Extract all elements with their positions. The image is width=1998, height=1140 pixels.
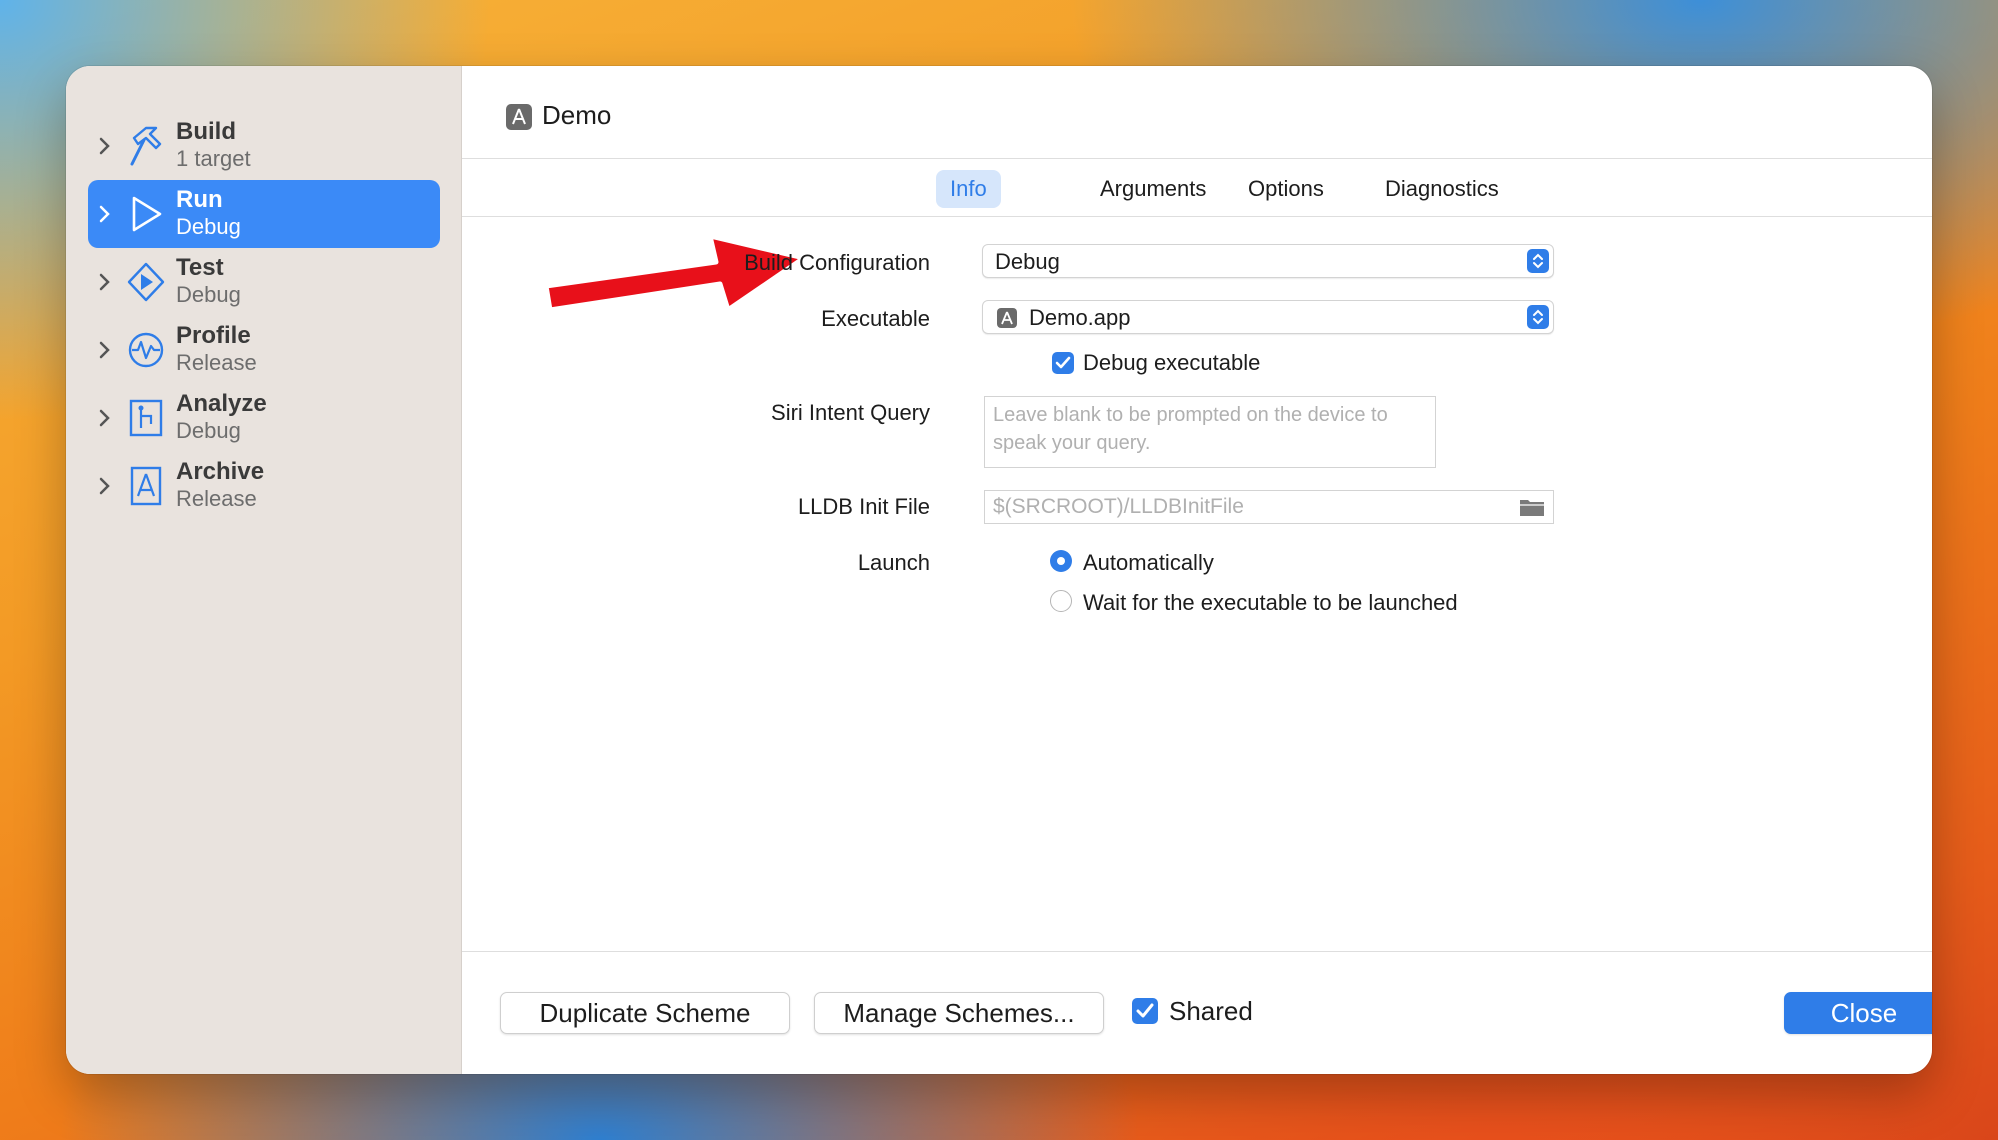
scheme-title: Demo — [542, 100, 612, 130]
build-configuration-label: Build Configuration — [744, 250, 930, 275]
siri-intent-query-label: Siri Intent Query — [771, 400, 930, 425]
app-archive-icon — [130, 466, 162, 506]
sidebar-item-build[interactable]: Build 1 target — [88, 112, 440, 180]
siri-intent-query-textarea[interactable]: Leave blank to be prompted on the device… — [984, 396, 1436, 468]
build-configuration-value: Debug — [995, 249, 1060, 274]
siri-intent-query-placeholder: Leave blank to be prompted on the device… — [993, 404, 1388, 454]
executable-value: Demo.app — [1029, 305, 1131, 330]
shared-checkbox[interactable] — [1132, 998, 1158, 1024]
debug-executable-label: Debug executable — [1083, 350, 1261, 375]
divider — [462, 158, 1932, 159]
chevron-right-icon[interactable] — [98, 204, 112, 224]
sidebar-item-title: Build — [176, 118, 236, 145]
sidebar-item-run[interactable]: Run Debug — [88, 180, 440, 248]
tab-info[interactable]: Info — [936, 170, 1001, 208]
launch-label: Launch — [857, 550, 930, 575]
executable-label: Executable — [821, 306, 930, 331]
sidebar-item-title: Analyze — [176, 390, 267, 417]
popup-stepper-icon — [1527, 305, 1549, 329]
sidebar-item-title: Run — [176, 186, 223, 213]
sidebar-item-subtitle: Debug — [176, 418, 241, 443]
app-icon — [506, 104, 532, 130]
chevron-right-icon[interactable] — [98, 340, 112, 360]
scheme-actions-sidebar: Build 1 target Run Debug Test Debug Prof… — [66, 66, 462, 1074]
tab-diagnostics[interactable]: Diagnostics — [1371, 170, 1513, 208]
popup-stepper-icon — [1527, 249, 1549, 273]
shared-label: Shared — [1169, 996, 1253, 1026]
divider — [462, 951, 1932, 952]
chevron-right-icon[interactable] — [98, 408, 112, 428]
sidebar-item-subtitle: 1 target — [176, 146, 251, 171]
launch-wait-radio[interactable] — [1050, 590, 1072, 612]
sidebar-item-archive[interactable]: Archive Release — [88, 452, 440, 520]
lldb-init-file-field[interactable]: $(SRCROOT)/LLDBInitFile — [984, 490, 1554, 524]
scheme-editor-window: Build 1 target Run Debug Test Debug Prof… — [66, 66, 1932, 1074]
waveform-icon — [128, 332, 164, 368]
executable-popup[interactable]: Demo.app — [982, 300, 1554, 334]
sidebar-item-subtitle: Release — [176, 486, 257, 511]
tab-options[interactable]: Options — [1234, 170, 1338, 208]
chevron-right-icon[interactable] — [98, 136, 112, 156]
duplicate-scheme-button[interactable]: Duplicate Scheme — [500, 992, 790, 1034]
tab-arguments[interactable]: Arguments — [1086, 170, 1220, 208]
close-button[interactable]: Close — [1784, 992, 1932, 1034]
divider — [462, 216, 1932, 217]
sidebar-item-test[interactable]: Test Debug — [88, 248, 440, 316]
app-icon — [997, 308, 1017, 328]
hammer-icon — [130, 126, 162, 166]
chevron-right-icon[interactable] — [98, 476, 112, 496]
lldb-init-file-placeholder: $(SRCROOT)/LLDBInitFile — [993, 495, 1244, 518]
chevron-right-icon[interactable] — [98, 272, 112, 292]
manage-schemes-button[interactable]: Manage Schemes... — [814, 992, 1104, 1034]
sidebar-item-subtitle: Debug — [176, 214, 241, 239]
lldb-init-file-label: LLDB Init File — [797, 494, 930, 519]
sidebar-item-title: Archive — [176, 458, 265, 485]
scheme-detail-pane: Demo Info Arguments Options Diagnostics … — [462, 66, 1932, 1074]
launch-wait-label: Wait for the executable to be launched — [1083, 590, 1458, 615]
sidebar-item-title: Profile — [176, 322, 251, 349]
play-icon — [132, 196, 162, 232]
launch-automatically-radio[interactable] — [1050, 550, 1072, 572]
debug-executable-checkbox[interactable] — [1052, 352, 1074, 374]
sidebar-item-subtitle: Debug — [176, 282, 241, 307]
sidebar-item-subtitle: Release — [176, 350, 257, 375]
analyze-icon — [129, 399, 163, 437]
diamond-play-icon — [127, 262, 165, 302]
folder-icon[interactable] — [1519, 497, 1545, 517]
sidebar-item-analyze[interactable]: Analyze Debug — [88, 384, 440, 452]
sidebar-item-profile[interactable]: Profile Release — [88, 316, 440, 384]
launch-automatically-label: Automatically — [1083, 550, 1214, 575]
sidebar-item-title: Test — [176, 254, 224, 281]
build-configuration-popup[interactable]: Debug — [982, 244, 1554, 278]
